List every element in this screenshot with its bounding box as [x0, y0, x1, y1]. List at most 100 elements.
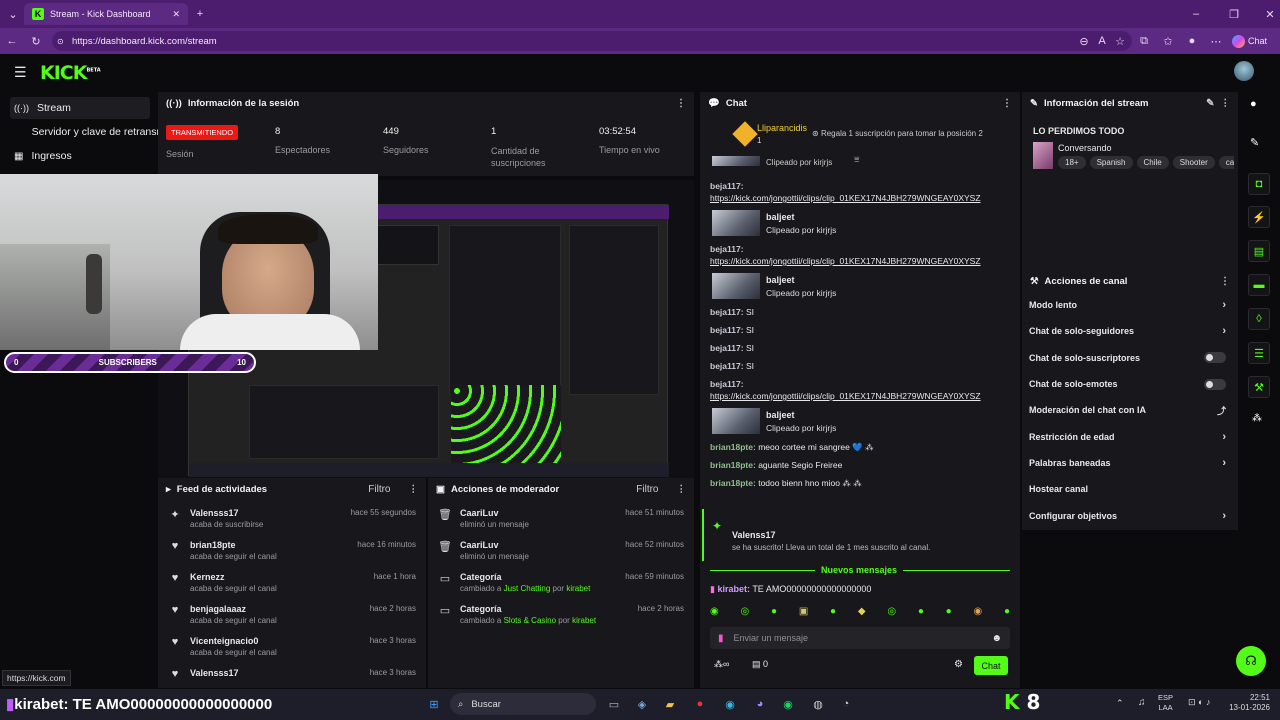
stream-category[interactable]: Conversando: [1058, 143, 1112, 153]
emote-icon[interactable]: ●: [918, 606, 924, 622]
mod-category[interactable]: Just Chatting: [504, 584, 551, 593]
channel-action-item[interactable]: Modo lento ›: [1022, 292, 1238, 318]
clip-embed[interactable]: baljeet Clipeado por kirjrjs: [710, 207, 1014, 239]
chat-settings-icon[interactable]: ⚙: [954, 659, 963, 670]
feed-item[interactable]: ♥ benjagalaaaz acaba de seguir el canal hac…: [158, 596, 426, 628]
channel-action-item[interactable]: Palabras baneadas ›: [1022, 450, 1238, 476]
chat-input[interactable]: ▮ Enviar un mensaje ☻: [710, 627, 1010, 649]
app-icon[interactable]: ◔: [836, 694, 856, 714]
mod-item[interactable]: 🗑 CaariLuv eliminó un mensaje hace 52 minut…: [428, 532, 694, 564]
new-tab-icon[interactable]: +: [190, 4, 210, 24]
chat-bubble-icon[interactable]: ▬: [1248, 274, 1270, 296]
gift-prompt[interactable]: ⊛ Regala 1 suscripción para tomar la pos…: [812, 129, 983, 138]
feed-user[interactable]: Kernezz: [190, 572, 366, 582]
reload-icon[interactable]: ↻: [28, 33, 44, 49]
mod-user[interactable]: CaariLuv: [460, 540, 617, 550]
emote-icon[interactable]: ◎: [741, 606, 750, 622]
channel-action-item[interactable]: Chat de solo-emotes: [1022, 371, 1238, 397]
more-icon[interactable]: ⋯: [1208, 33, 1224, 49]
copilot-chat-button[interactable]: Chat: [1232, 32, 1276, 50]
chat-username[interactable]: brian18pte:: [710, 460, 756, 470]
chat-username[interactable]: brian18pte:: [710, 478, 756, 488]
broadcast-icon[interactable]: ◊: [1248, 308, 1270, 330]
channel-action-item[interactable]: Restricción de edad ›: [1022, 423, 1238, 449]
pencil-icon[interactable]: ✎: [1250, 136, 1259, 149]
mic-icon[interactable]: ♫: [1138, 697, 1146, 708]
more-options-icon[interactable]: ⋮: [676, 98, 686, 109]
layout-icon[interactable]: ☰: [1248, 342, 1270, 364]
clip-embed[interactable]: baljeet Clipeado por kirjrjs: [710, 405, 1014, 437]
emote-icon[interactable]: ◆: [858, 606, 866, 622]
chat-username[interactable]: brian18pte:: [710, 442, 756, 452]
spotify-icon[interactable]: ◉: [778, 694, 798, 714]
stream-tag[interactable]: 18+: [1058, 156, 1086, 169]
feed-user[interactable]: benjagalaaaz: [190, 604, 362, 614]
mod-user[interactable]: Categoría: [460, 604, 630, 614]
kick-logo[interactable]: KICKBETA: [40, 62, 101, 84]
windows-start-icon[interactable]: ⊞: [424, 694, 444, 714]
emote-icon[interactable]: ◎: [887, 606, 896, 622]
feed-user[interactable]: Valensss17: [190, 508, 343, 518]
info-icon[interactable]: ●: [1250, 98, 1257, 110]
close-tab-icon[interactable]: ✕: [172, 9, 180, 20]
feed-user[interactable]: Valensss17: [190, 668, 362, 678]
lightning-icon[interactable]: ⚡: [1248, 206, 1270, 228]
network-volume-icon[interactable]: ⊡ ◐ ♪: [1188, 697, 1210, 708]
browser-tab[interactable]: K Stream - Kick Dashboard ✕: [24, 3, 188, 25]
url-field[interactable]: ⊙ https://dashboard.kick.com/stream: [52, 31, 1132, 51]
feed-filter-button[interactable]: Filtro: [368, 484, 390, 495]
chat-username[interactable]: beja117:: [710, 181, 744, 191]
emote-icon[interactable]: ◉: [710, 606, 719, 622]
stream-tag[interactable]: Shooter: [1172, 156, 1215, 169]
close-window-icon[interactable]: ✕: [1250, 4, 1280, 24]
file-explorer-icon[interactable]: ▰: [660, 694, 680, 714]
mod-item[interactable]: 🗑 CaariLuv eliminó un mensaje hace 51 minut…: [428, 500, 694, 532]
stream-tag[interactable]: casin: [1218, 156, 1234, 169]
extensions-icon[interactable]: ⧉: [1136, 33, 1152, 49]
app-icon[interactable]: ●: [690, 694, 710, 714]
language-indicator[interactable]: ESP LAA: [1158, 693, 1173, 713]
edge-icon[interactable]: ◉: [720, 694, 740, 714]
toggle-switch[interactable]: [1204, 352, 1226, 364]
scroll-pin-icon[interactable]: ⩸: [854, 154, 859, 165]
more-options-icon[interactable]: ⋮: [1002, 98, 1012, 109]
obs-icon[interactable]: ◍: [808, 694, 828, 714]
taskbar-search[interactable]: ⌕ Buscar: [450, 693, 596, 715]
maximize-icon[interactable]: ❐: [1214, 4, 1254, 24]
mod-filter-button[interactable]: Filtro: [636, 484, 658, 495]
profile-icon[interactable]: ●: [1184, 33, 1200, 49]
stream-tag[interactable]: Chile: [1136, 156, 1169, 169]
channel-action-item[interactable]: Moderación del chat con IA ⤴: [1022, 397, 1238, 423]
mod-user[interactable]: Categoría: [460, 572, 617, 582]
feed-user[interactable]: brian18pte: [190, 540, 349, 550]
more-options-icon[interactable]: ⋮: [409, 484, 419, 495]
feed-item[interactable]: ♥ Kernezz acaba de seguir el canal hace 1 h…: [158, 564, 426, 596]
zoom-icon[interactable]: ⊖: [1076, 33, 1092, 49]
more-options-icon[interactable]: ⋮: [677, 484, 687, 495]
clip-embed[interactable]: baljeet Clipeado por kirjrjs: [710, 270, 1014, 302]
channel-action-item[interactable]: Chat de solo-suscriptores: [1022, 345, 1238, 371]
chat-username[interactable]: beja117:: [710, 244, 744, 254]
chat-username[interactable]: beja117:: [710, 307, 744, 317]
chat-username[interactable]: beja117:: [710, 379, 744, 389]
emote-icon[interactable]: ●: [771, 606, 777, 622]
back-icon[interactable]: ←: [4, 33, 20, 49]
channel-action-item[interactable]: Hostear canal: [1022, 476, 1238, 502]
mod-actor[interactable]: kirabet: [566, 584, 590, 593]
feed-item[interactable]: ✦ Valensss17 acaba de suscribirse hace 55 s…: [158, 500, 426, 532]
chat-link[interactable]: https://kick.com/jongottii/clips/clip_01…: [710, 391, 981, 401]
nav-item-server-key[interactable]: Servidor y clave de retransm: [10, 121, 160, 143]
channel-action-item[interactable]: Configurar objetivos ›: [1022, 502, 1238, 528]
feed-item[interactable]: ♥ Vicenteignacio0 acaba de seguir el canal…: [158, 628, 426, 660]
feed-item[interactable]: ♥ brian18pte acaba de seguir el canal hace …: [158, 532, 426, 564]
edit-icon[interactable]: ✎: [1206, 98, 1214, 109]
chat-username[interactable]: beja117:: [710, 343, 744, 353]
pinned-gifter-name[interactable]: Lliparancidis: [757, 123, 807, 133]
nav-item-ingresos[interactable]: ▦ Ingresos: [10, 145, 150, 167]
feed-user[interactable]: Vicenteignacio0: [190, 636, 362, 646]
chat-username[interactable]: beja117:: [710, 325, 744, 335]
emote-icon[interactable]: ●: [1004, 606, 1010, 622]
document-icon[interactable]: ▤: [1248, 240, 1270, 262]
more-options-icon[interactable]: ⋮: [1221, 98, 1231, 109]
emoji-picker-icon[interactable]: ☻: [991, 633, 1002, 644]
